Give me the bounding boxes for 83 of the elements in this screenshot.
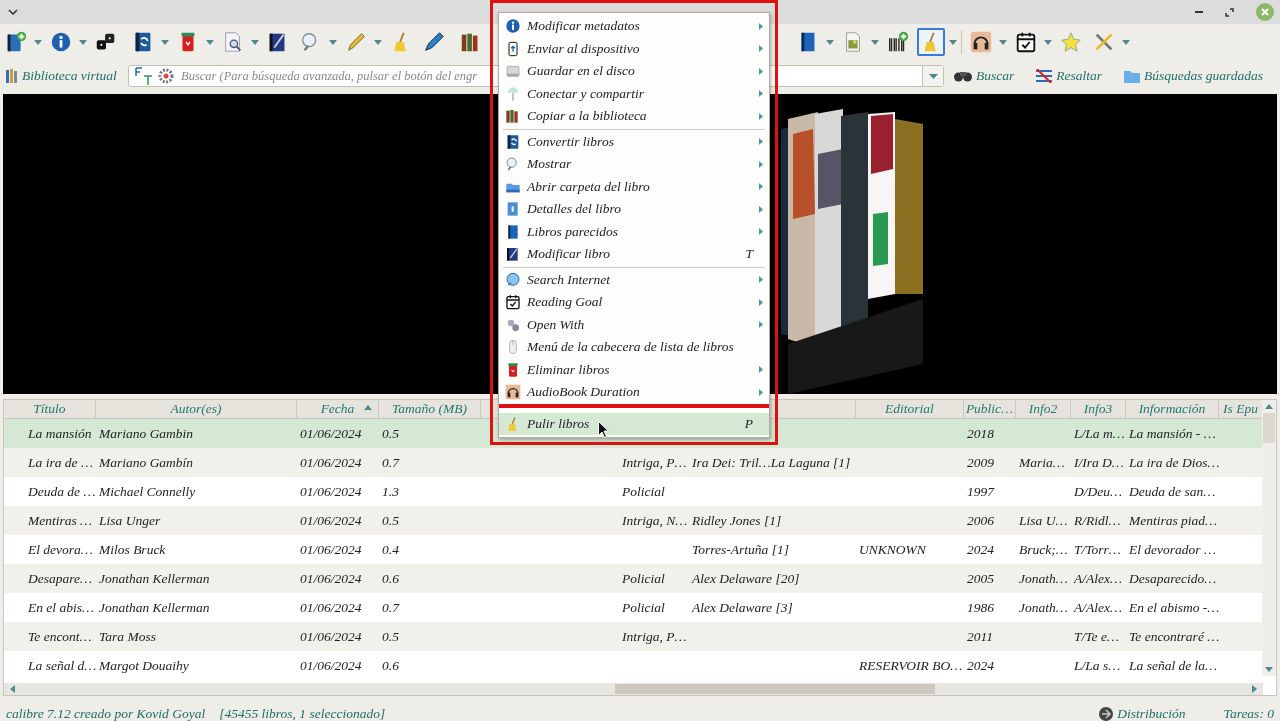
table-cell-text: 0.7 [381, 599, 401, 616]
table-cell-text: 01/06/2024 [299, 512, 363, 529]
table-cell-text: 2024 [966, 541, 995, 558]
table-cell-text: La mansión - … [1128, 425, 1217, 442]
table-cell-text: 01/06/2024 [299, 657, 363, 674]
table-cell-text: 1986 [966, 599, 995, 616]
table-cell-text: Maria… [1018, 454, 1066, 471]
table-cell-text: Lisa Unger [98, 512, 162, 529]
table-cell-text: A/Alex… [1072, 599, 1123, 616]
table-cell-text: Lisa U… [1018, 512, 1069, 529]
table-cell-text: 2009 [966, 454, 995, 471]
table-cell-text: 0.5 [381, 628, 400, 645]
table-cell-text: Milos Bruck [98, 541, 167, 558]
table-cell-text: Jonath… [1018, 570, 1069, 587]
table-cell-text: 01/06/2024 [299, 454, 363, 471]
table-cell-text: La mansión [27, 425, 93, 442]
table-cell-text: 01/06/2024 [299, 541, 363, 558]
table-cell-text: Desapare… [27, 570, 93, 587]
table-cell-text: 2006 [966, 512, 995, 529]
table-cell-text: Mentiras piad… [1128, 512, 1219, 529]
table-cell-text: I/Ira D… [1073, 454, 1125, 471]
table-cell-text: Intriga, P… [621, 628, 688, 645]
table-cell-text: Policial [621, 483, 666, 500]
table-cell-text: Intriga, N… [621, 512, 689, 529]
table-cell-text: 1.3 [381, 483, 400, 500]
table-cell-text: La señal de la… [1128, 657, 1219, 674]
table-cell-text: 2024 [966, 657, 995, 674]
table-cell-text: UNKNOWN [858, 541, 927, 558]
table-cell-text: Policial [621, 599, 666, 616]
table-cell-text: Michael Connelly [98, 483, 197, 500]
table-cell-text: A/Alex… [1072, 570, 1123, 587]
table-cell-text: L/La m… [1073, 425, 1126, 442]
table-cell-text: El devorador … [1128, 541, 1217, 558]
book-count-text: [45455 libros, 1 seleccionado] [219, 706, 386, 721]
table-cell-text: 1997 [966, 483, 996, 500]
table-cell-text: 01/06/2024 [299, 599, 363, 616]
table-cell-text: Mariano Gambín [98, 454, 195, 471]
table-cell-text: 0.6 [381, 657, 400, 674]
table-cell-text: RESERVOIR BO… [858, 657, 964, 674]
table-cell-text: Ridley Jones [1] [691, 512, 783, 529]
table-cell-text: Intriga, P… [621, 454, 688, 471]
table-cell-text: 01/06/2024 [299, 570, 363, 587]
table-cell-text: 2005 [966, 570, 995, 587]
table-cell-text: 01/06/2024 [299, 483, 363, 500]
table-cell-text: R/Ridl… [1073, 512, 1122, 529]
table-cell-text: Mariano Gambin [98, 425, 195, 442]
table-cell-text: La señal d… [27, 657, 96, 674]
table-cell-text: Torres-Artuña [1] [691, 541, 790, 558]
table-cell-text: La ira de … [27, 454, 94, 471]
table-cell-text: Alex Delaware [20] [690, 570, 801, 587]
table-cell-text: 0.5 [381, 425, 400, 442]
table-cell-text: La ira de Dios… [1128, 454, 1219, 471]
table-cell-text: T/Te e… [1073, 628, 1120, 645]
table-cell-text: 2011 [966, 628, 994, 645]
table-cell-text: T/Torr… [1073, 541, 1122, 558]
table-cell-text: Bruck;… [1018, 541, 1069, 558]
table-cell-text: 0.6 [381, 570, 400, 587]
table-cell-text: 0.5 [381, 512, 400, 529]
table-cell-text: Desaparecido… [1128, 570, 1218, 587]
table-cell-text: Jonathan Kellerman [98, 599, 211, 616]
table-cell-text: D/Deu… [1073, 483, 1123, 500]
table-cell-text: 01/06/2024 [299, 425, 363, 442]
table-cell-text: Alex Delaware [3] [690, 599, 794, 616]
table-cell-text: En el abis… [27, 599, 95, 616]
table-cell-text: Te encontraré … [1128, 628, 1219, 645]
table-cell-text: Jonath… [1018, 599, 1069, 616]
table-cell-text: 01/06/2024 [299, 628, 363, 645]
table-cell-text: Deuda de … [27, 483, 96, 500]
table-cell-text: Mentiras … [27, 512, 94, 529]
table-cell-text: Policial [621, 570, 666, 587]
table-cell-text: Te encont… [27, 628, 93, 645]
table-cell-text: Ira Dei: Tril…La Laguna [1] [691, 454, 852, 471]
table-cell-text: 2018 [966, 425, 995, 442]
table-cell-text: Jonathan Kellerman [98, 570, 211, 587]
table-cell-text: 0.7 [381, 454, 401, 471]
table-cell-text: Tara Moss [98, 628, 157, 645]
table-cell-text: Deuda de san… [1128, 483, 1217, 500]
table-cell-text: L/La s… [1073, 657, 1122, 674]
table-cell-text: El devora… [27, 541, 94, 558]
table-cell-text: En el abismo -… [1128, 599, 1219, 616]
table-cell-text: 0.4 [381, 541, 400, 558]
table-cell-text: Margot Douaihy [98, 657, 190, 674]
version-text: calibre 7.12 creado por Kovid Goyal [6, 706, 206, 721]
